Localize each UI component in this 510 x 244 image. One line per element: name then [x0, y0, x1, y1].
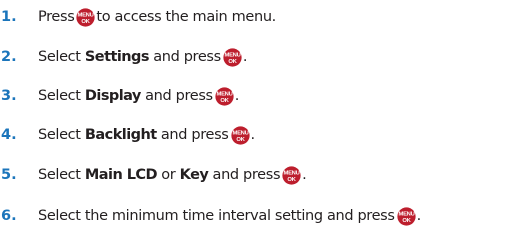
step-text-before: Select: [38, 127, 81, 143]
step-menu-item: Settings: [84, 49, 150, 65]
step-end: .: [250, 127, 256, 143]
step-4: 4. Select Backlight and press .: [0, 123, 255, 147]
step-end: .: [416, 208, 422, 224]
step-menu-item: Main LCD: [84, 167, 158, 183]
step-end: .: [234, 88, 240, 104]
step-6: 6. Select the minimum time interval sett…: [0, 204, 421, 228]
step-text-before: Press: [38, 9, 75, 25]
step-number: 5.: [1, 167, 17, 183]
step-text: Select Settings and press .: [38, 45, 247, 69]
step-number: 2.: [1, 49, 17, 65]
step-text: Select Display and press .: [38, 84, 239, 108]
step-text-after: to access the main menu.: [96, 9, 276, 25]
step-text-after: and press: [153, 49, 221, 65]
menu-ok-key-icon: [215, 87, 234, 106]
menu-ok-key-icon: [231, 126, 250, 145]
step-1: 1. Press to access the main menu.: [0, 5, 276, 29]
step-number: 1.: [1, 9, 17, 25]
step-end: .: [242, 49, 248, 65]
step-3: 3. Select Display and press .: [0, 84, 239, 108]
step-number: 3.: [1, 88, 17, 104]
step-2: 2. Select Settings and press .: [0, 45, 247, 69]
menu-ok-key-icon: [282, 166, 301, 185]
menu-ok-key-icon: [76, 8, 95, 27]
step-text-after: and press: [145, 88, 213, 104]
step-5: 5. Select Main LCD or Key and press .: [0, 163, 307, 187]
step-text: Select Main LCD or Key and press .: [38, 163, 307, 187]
menu-ok-key-icon: [397, 207, 416, 226]
step-menu-item: Backlight: [84, 127, 157, 143]
step-menu-item-alt: Key: [179, 167, 209, 183]
menu-ok-key-icon: [223, 48, 242, 67]
step-number: 4.: [1, 127, 17, 143]
step-number: 6.: [1, 208, 17, 224]
step-text-before: Select: [38, 88, 81, 104]
step-text-after: and press: [160, 127, 229, 143]
step-text-before: Select: [38, 49, 81, 65]
step-text-before: Select: [38, 167, 81, 183]
step-text-after: and press: [212, 167, 281, 183]
step-text: Select the minimum time interval setting…: [38, 204, 421, 228]
step-text: Select Backlight and press .: [38, 123, 255, 147]
step-menu-item: Display: [84, 88, 141, 104]
step-text-mid: or: [161, 167, 176, 183]
step-text-before: Select the minimum time interval setting…: [38, 208, 395, 224]
step-text: Press to access the main menu.: [38, 5, 276, 29]
step-end: .: [302, 167, 307, 183]
